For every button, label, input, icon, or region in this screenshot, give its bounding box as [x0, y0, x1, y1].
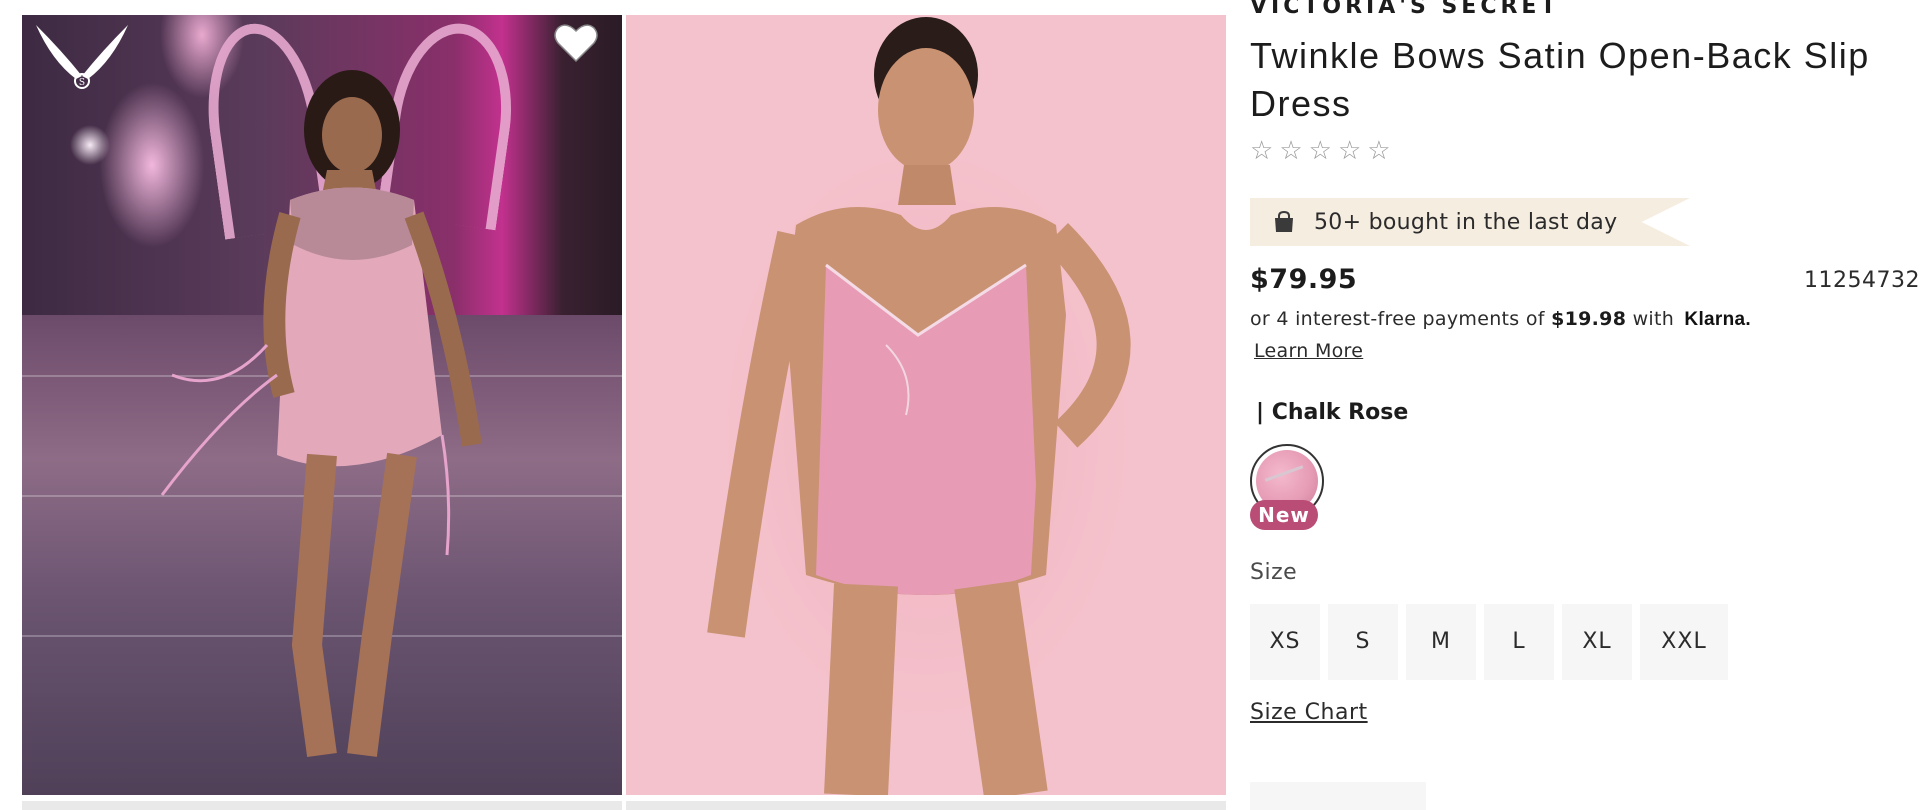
klarna-middle: with — [1632, 308, 1675, 330]
klarna-installment-amount: $19.98 — [1551, 308, 1627, 330]
star-outline-icon: ☆ — [1250, 136, 1274, 166]
star-outline-icon: ☆ — [1308, 136, 1332, 166]
product-price: $79.95 — [1250, 264, 1358, 295]
quantity-selector-partial[interactable] — [1250, 782, 1426, 810]
product-details-panel: VICTORIA'S SECRET Twinkle Bows Satin Ope… — [1250, 0, 1920, 810]
social-proof-text: 50+ bought in the last day — [1314, 210, 1618, 235]
rating-stars[interactable]: ☆ ☆ ☆ ☆ ☆ — [1250, 138, 1391, 164]
runway-model — [160, 70, 482, 758]
size-option-xxl[interactable]: XXL — [1640, 604, 1728, 680]
size-option-s[interactable]: S — [1328, 604, 1398, 680]
klarna-prefix: or 4 interest-free payments of — [1250, 308, 1545, 330]
thumbnail-placeholder — [626, 801, 1226, 810]
heart-icon[interactable] — [552, 21, 600, 65]
learn-more-link[interactable]: Learn More — [1254, 340, 1363, 362]
star-outline-icon: ☆ — [1337, 136, 1362, 166]
selected-color-label: | Chalk Rose — [1256, 400, 1409, 425]
product-image-gallery: S — [22, 15, 1226, 810]
size-option-m[interactable]: M — [1406, 604, 1476, 680]
new-badge: New — [1250, 500, 1318, 530]
size-selector: XS S M L XL XXL — [1250, 604, 1728, 680]
svg-text:S: S — [79, 78, 85, 88]
social-proof-badge: 50+ bought in the last day — [1250, 198, 1690, 246]
size-label: Size — [1250, 560, 1298, 585]
studio-photo[interactable] — [626, 15, 1226, 795]
angel-wings-logo-icon[interactable]: S — [32, 21, 132, 91]
studio-model — [707, 17, 1131, 795]
klarna-logo: Klarna. — [1684, 309, 1751, 330]
size-option-xl[interactable]: XL — [1562, 604, 1632, 680]
brand-name: VICTORIA'S SECRET — [1250, 0, 1560, 19]
star-outline-icon: ☆ — [1279, 136, 1303, 166]
product-title: Twinkle Bows Satin Open-Back Slip Dress — [1250, 35, 1870, 124]
star-outline-icon: ☆ — [1367, 136, 1391, 166]
size-option-xs[interactable]: XS — [1250, 604, 1320, 680]
thumbnail-placeholder — [22, 801, 622, 810]
product-sku: 11254732 — [1804, 268, 1920, 293]
size-option-l[interactable]: L — [1484, 604, 1554, 680]
size-chart-link[interactable]: Size Chart — [1250, 700, 1368, 725]
klarna-payment-info: or 4 interest-free payments of $19.98 wi… — [1250, 308, 1751, 331]
shopping-bag-icon — [1275, 210, 1293, 232]
runway-photo[interactable]: S — [22, 15, 622, 795]
